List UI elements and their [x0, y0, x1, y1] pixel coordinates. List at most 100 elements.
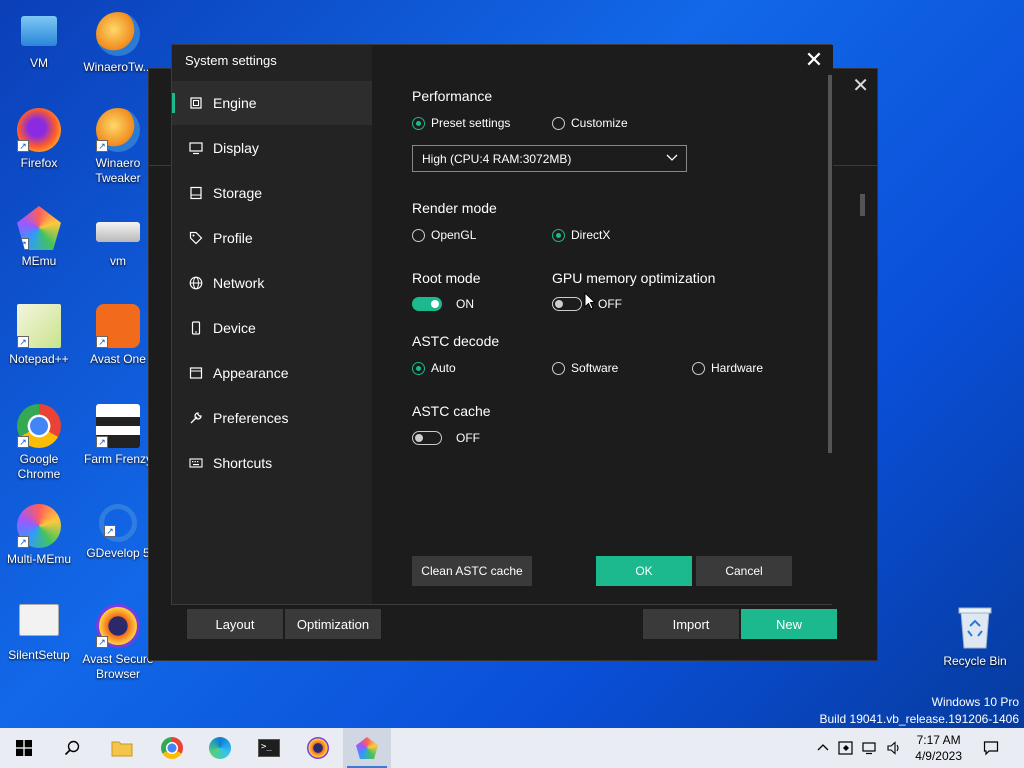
gdevelop-icon: ↗ — [99, 504, 137, 542]
desktop-icon-firefox[interactable]: ↗ Firefox — [1, 108, 77, 171]
performance-preset-select[interactable]: High (CPU:4 RAM:3072MB) — [412, 145, 687, 172]
desktop-icon-gdevelop[interactable]: ↗ GDevelop 5 — [80, 504, 156, 561]
radio-label: OpenGL — [431, 228, 477, 242]
nav-item-display[interactable]: Display — [172, 126, 372, 170]
desktop-icon-winaerotw[interactable]: WinaeroTw... — [80, 12, 156, 75]
import-button[interactable]: Import — [643, 609, 739, 639]
radio-label: DirectX — [571, 228, 611, 242]
windows-edition-watermark: Windows 10 Pro — [931, 695, 1019, 709]
cancel-button[interactable]: Cancel — [696, 556, 792, 586]
window-icon — [188, 365, 204, 381]
nav-item-label: Network — [213, 275, 265, 291]
desktop-icon-label: Multi-MEmu — [6, 552, 71, 566]
desktop-icon-notepadpp[interactable]: ↗ Notepad++ — [1, 304, 77, 367]
astc-hardware-radio[interactable]: Hardware — [692, 361, 763, 375]
mouse-cursor-icon — [584, 292, 596, 310]
close-icon[interactable]: ✕ — [852, 73, 869, 98]
clean-astc-cache-button[interactable]: Clean ASTC cache — [412, 556, 532, 586]
desktop-icon-label: WinaeroTw... — [83, 60, 153, 74]
memu-tray-icon[interactable] — [838, 740, 854, 756]
toggle-switch — [552, 297, 582, 311]
nav-item-network[interactable]: Network — [172, 261, 372, 305]
desktop-icon-chrome[interactable]: ↗ Google Chrome — [1, 404, 77, 482]
globe-icon — [188, 275, 204, 291]
select-value: High (CPU:4 RAM:3072MB) — [422, 151, 572, 166]
taskbar-edge[interactable] — [196, 728, 244, 768]
memu-icon: ↗ — [17, 206, 61, 250]
nav-item-preferences[interactable]: Preferences — [172, 396, 372, 440]
drive-icon — [96, 222, 140, 242]
nav-item-label: Device — [213, 320, 256, 336]
scrollbar[interactable] — [860, 194, 865, 216]
desktop-icon-label: Recycle Bin — [943, 654, 1007, 668]
desktop-icon-multi-memu[interactable]: ↗ Multi-MEmu — [1, 504, 77, 567]
desktop-icon-farm-frenzy[interactable]: ↗ Farm Frenzy — [80, 404, 156, 467]
taskbar-avast-browser[interactable] — [294, 728, 342, 768]
phone-icon — [188, 320, 204, 336]
desktop-icon-label: Winaero Tweaker — [95, 156, 141, 185]
scrollbar[interactable] — [828, 75, 832, 453]
desktop-icon-recycle-bin[interactable]: Recycle Bin — [940, 604, 1010, 668]
preset-settings-radio[interactable]: Preset settings — [412, 116, 510, 130]
desktop-icon-avast-secure-browser[interactable]: ↗ Avast Secure Browser — [80, 604, 156, 682]
chevron-down-icon — [666, 154, 678, 161]
directx-radio[interactable]: DirectX — [552, 228, 610, 242]
desktop-icon-label: Avast One — [90, 352, 146, 366]
nav-item-profile[interactable]: Profile — [172, 216, 372, 260]
astc-decode-title: ASTC decode — [412, 333, 500, 349]
ok-button[interactable]: OK — [596, 556, 692, 586]
astc-auto-radio[interactable]: Auto — [412, 361, 456, 375]
close-icon[interactable]: ✕ — [803, 49, 825, 71]
new-button[interactable]: New — [741, 609, 837, 639]
taskbar-memu[interactable] — [343, 728, 391, 768]
nav-item-engine[interactable]: Engine — [172, 81, 372, 125]
taskbar-terminal[interactable]: >_ — [245, 728, 293, 768]
desktop-icon-avast-one[interactable]: ↗ Avast One — [80, 304, 156, 367]
opengl-radio[interactable]: OpenGL — [412, 228, 476, 242]
storage-icon — [188, 185, 204, 201]
nav-item-label: Appearance — [213, 365, 289, 381]
customize-radio[interactable]: Customize — [552, 116, 628, 130]
system-clock[interactable]: 7:17 AM 4/9/2023 — [915, 732, 962, 764]
network-icon[interactable] — [862, 740, 878, 756]
desktop-icon-label: GDevelop 5 — [86, 546, 150, 560]
root-mode-title: Root mode — [412, 270, 481, 286]
astc-cache-title: ASTC cache — [412, 403, 491, 419]
nav-item-appearance[interactable]: Appearance — [172, 351, 372, 395]
taskbar-chrome[interactable] — [148, 728, 196, 768]
radio-selected-icon — [412, 361, 425, 375]
desktop-icon-vm-2[interactable]: vm — [80, 206, 156, 269]
nav-item-label: Profile — [213, 230, 253, 246]
nav-item-shortcuts[interactable]: Shortcuts — [172, 441, 372, 485]
firefox-icon: ↗ — [17, 108, 61, 152]
notification-icon[interactable] — [983, 740, 999, 756]
radio-label: Auto — [431, 361, 456, 375]
layout-button[interactable]: Layout — [187, 609, 283, 639]
terminal-icon: >_ — [258, 739, 280, 757]
desktop-icon-vm-1[interactable]: VM — [1, 12, 77, 71]
nav-item-label: Storage — [213, 185, 263, 201]
astc-software-radio[interactable]: Software — [552, 361, 618, 375]
optimization-button[interactable]: Optimization — [285, 609, 381, 639]
nav-item-device[interactable]: Device — [172, 306, 372, 350]
desktop-icon-winaero-tweaker[interactable]: ↗ Winaero Tweaker — [80, 108, 156, 186]
search-button[interactable] — [48, 728, 96, 768]
desktop-icon-memu[interactable]: ↗ MEmu — [1, 206, 77, 269]
astc-cache-toggle[interactable]: OFF — [412, 431, 480, 445]
desktop-icon-silentsetup[interactable]: SilentSetup — [1, 604, 77, 663]
edge-icon — [209, 737, 231, 759]
chevron-up-icon[interactable] — [815, 740, 831, 756]
desktop-icon-label: Notepad++ — [9, 352, 69, 366]
cpu-icon — [188, 95, 204, 111]
radio-icon — [552, 116, 565, 130]
start-button[interactable] — [0, 728, 48, 768]
notepadpp-icon: ↗ — [17, 304, 61, 348]
render-mode-title: Render mode — [412, 200, 497, 216]
root-mode-toggle[interactable]: ON — [412, 297, 474, 311]
radio-icon — [692, 361, 705, 375]
nav-item-storage[interactable]: Storage — [172, 171, 372, 215]
taskbar-file-explorer[interactable] — [98, 728, 146, 768]
radio-icon — [412, 228, 425, 242]
dialog-title: System settings — [185, 53, 277, 68]
volume-icon[interactable] — [886, 740, 902, 756]
